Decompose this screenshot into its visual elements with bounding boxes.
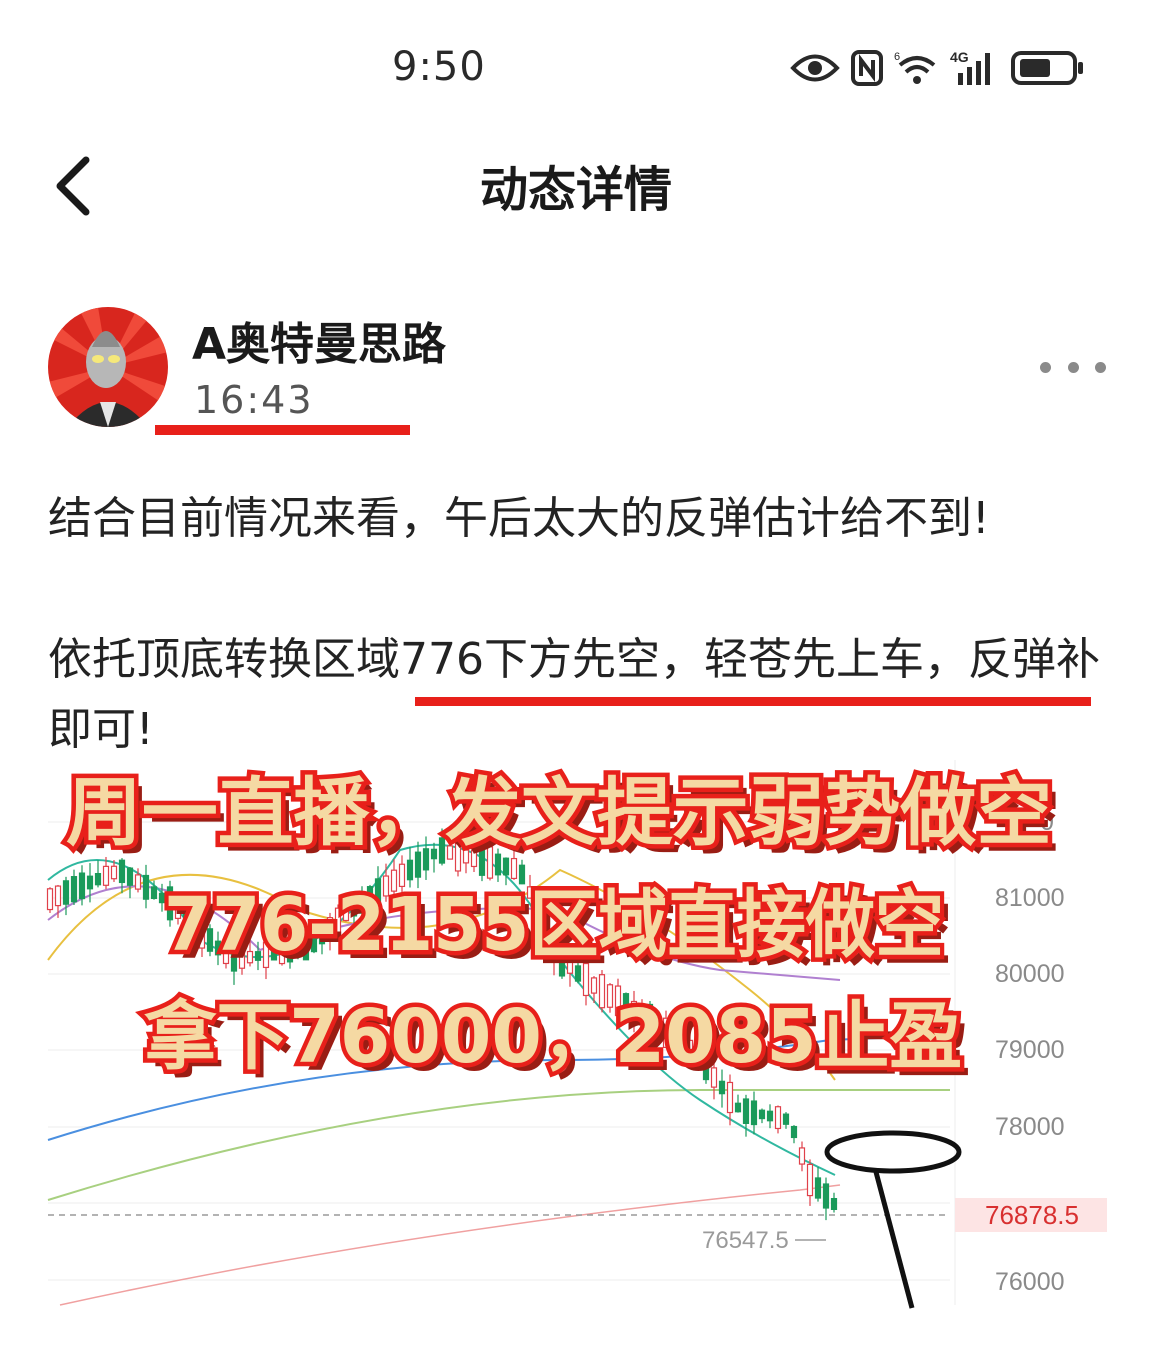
candle-body <box>518 864 526 885</box>
candle-body <box>134 874 142 890</box>
candle-body <box>822 1183 830 1209</box>
y-tick-label: 76000 <box>995 1268 1065 1296</box>
current-price-label: 76878.5 <box>985 1200 1079 1230</box>
post-paragraph: 结合目前情况来看，午后太大的反弹估计给不到! <box>48 493 990 544</box>
candle-body <box>742 1098 750 1124</box>
avatar[interactable] <box>48 307 168 427</box>
low-price-label: 76547.5 <box>702 1227 789 1254</box>
avatar-image <box>48 307 168 427</box>
y-tick-label: 80000 <box>995 960 1065 988</box>
candle-body <box>806 1163 814 1197</box>
highlight-underline <box>155 425 410 435</box>
overlay-text: 周一直播，发文提示弱势做空 <box>66 770 1052 856</box>
candle-body <box>150 886 158 900</box>
eye-icon <box>790 54 840 82</box>
svg-text:6: 6 <box>894 51 900 63</box>
chart-image[interactable]: 76878.5 76547.5 0 81000 80000 79000 7800… <box>0 760 1152 1320</box>
candle-body <box>766 1110 774 1122</box>
candle-body <box>62 880 70 905</box>
candle-body <box>54 885 62 907</box>
overlay-text: 拿下76000，2085止盈 <box>144 994 962 1080</box>
signal-4g-icon: 4G <box>950 49 990 85</box>
post-time: 16:43 <box>194 378 314 422</box>
candle-body <box>758 1109 766 1120</box>
more-icon <box>1040 361 1106 373</box>
candle-body <box>46 888 54 911</box>
candle-body <box>126 867 134 886</box>
wifi-icon: 6 <box>894 51 936 84</box>
candle-body <box>734 1102 742 1113</box>
candle-body <box>70 876 78 903</box>
status-icons: 6 4G <box>790 44 1086 92</box>
candlestick-chart: 76878.5 76547.5 0 81000 80000 79000 7800… <box>0 760 1152 1320</box>
more-button[interactable] <box>1040 352 1106 382</box>
overlay-text: 776-2155区域直接做空 <box>164 882 944 968</box>
candle-body <box>774 1106 782 1130</box>
candle-body <box>102 865 110 886</box>
candle-body <box>814 1177 822 1199</box>
candle-body <box>590 977 598 994</box>
candle-body <box>86 875 94 890</box>
svg-text:4G: 4G <box>950 49 969 65</box>
candle-body <box>790 1125 798 1139</box>
page-title: 动态详情 <box>479 162 672 218</box>
candle-body <box>782 1113 790 1125</box>
author-name[interactable]: A奥特曼思路 <box>192 308 446 372</box>
candle-body <box>798 1147 806 1165</box>
y-tick-label: 78000 <box>995 1113 1065 1141</box>
battery-icon <box>1011 51 1083 85</box>
y-tick-label: 81000 <box>995 884 1065 912</box>
candle-body <box>78 872 86 900</box>
status-time: 9:50 <box>392 44 486 90</box>
candle-body <box>830 1198 838 1210</box>
candle-body <box>142 874 150 900</box>
candle-body <box>110 865 118 880</box>
candle-body <box>94 872 102 886</box>
highlight-underline <box>415 697 1091 706</box>
y-tick-label: 79000 <box>995 1036 1065 1064</box>
candle-body <box>750 1100 758 1126</box>
nfc-icon <box>851 50 883 86</box>
post-paragraph: 依托顶底转换区域776下方先空，轻苍先上车，反弹补即可! <box>48 634 1100 755</box>
